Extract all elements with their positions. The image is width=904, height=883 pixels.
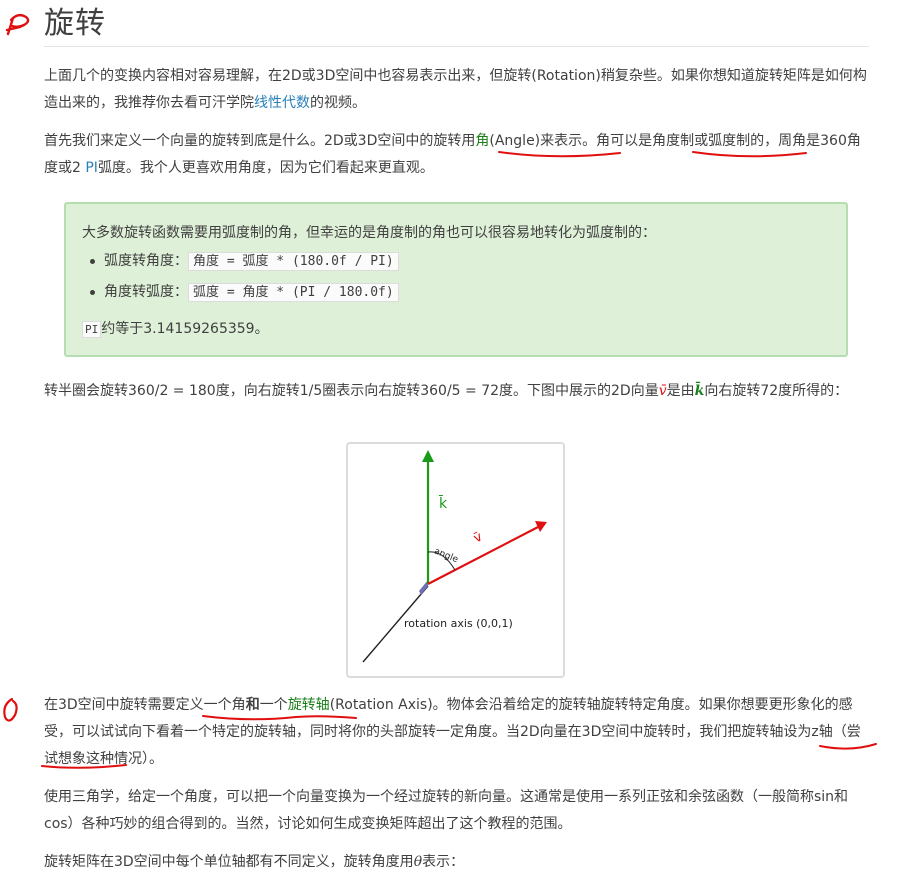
paragraph-trigonometry: 使用三角学，给定一个角度，可以把一个向量变换为一个经过旋转的新向量。这通常是使用… <box>44 784 869 838</box>
rotation-diagram: k̄ v̄ angle rotation axis (0,0,1) <box>362 450 547 663</box>
annotation-mark-title <box>5 13 30 36</box>
formula-code: 弧度 = 角度 * (PI / 180.0f) <box>188 283 399 302</box>
paragraph-intro-text: 上面几个的变换内容相对容易理解，在2D或3D空间中也容易表示出来，但旋转(Rot… <box>44 68 867 111</box>
paragraph-rotation-text: 转半圈会旋转360/2 = 180度，向右旋转1/5圈表示向右旋转360/5 =… <box>44 383 659 399</box>
list-item-deg-to-rad: 角度转弧度： 弧度 = 角度 * (PI / 180.0f) <box>90 277 399 308</box>
page-title: 旋转 <box>44 6 106 41</box>
k-label: k̄ <box>438 494 448 512</box>
paragraph-rotation-text-2: 是由 <box>666 383 695 399</box>
list-item-label: 弧度转角度： <box>104 253 188 269</box>
paragraph-rotation-matrix: 旋转矩阵在3D空间中每个单位轴都有不同定义，旋转角度用θ表示： <box>44 849 869 876</box>
v-label: v̄ <box>471 529 485 546</box>
paragraph-intro-tail: 的视频。 <box>310 95 366 111</box>
paragraph-rotation-text-3: 向右旋转72度所得的： <box>704 383 849 399</box>
pi-link[interactable]: PI <box>85 160 98 176</box>
paragraph-intro: 上面几个的变换内容相对容易理解，在2D或3D空间中也容易表示出来，但旋转(Rot… <box>44 63 869 117</box>
axis-square <box>419 580 428 595</box>
pi-value-text: 约等于3.14159265359。 <box>101 321 269 337</box>
linear-algebra-link[interactable]: 线性代数 <box>254 95 310 111</box>
paragraph-trig-text: 使用三角学，给定一个角度，可以把一个向量变换为一个经过旋转的新向量。这通常是使用… <box>44 789 849 832</box>
theta-symbol: θ <box>413 854 423 870</box>
paragraph-matrix-text: 旋转矩阵在3D空间中每个单位轴都有不同定义，旋转角度用 <box>44 854 414 870</box>
conversion-list: 弧度转角度： 角度 = 弧度 * (180.0f / PI) 角度转弧度： 弧度 =… <box>82 246 399 308</box>
pi-code: PI <box>82 321 102 338</box>
paragraph-angle: 首先我们来定义一个向量的旋转到底是什么。2D或3D空间中的旋转用角(Angle)… <box>44 128 869 182</box>
vector-v-symbol: v̄ <box>658 383 667 399</box>
annotation-mark-margin <box>3 697 18 722</box>
paragraph-rotation-example: 转半圈会旋转360/2 = 180度，向右旋转1/5圈表示向右旋转360/5 =… <box>44 378 869 405</box>
paragraph-angle-text: 首先我们来定义一个向量的旋转到底是什么。2D或3D空间中的旋转用 <box>44 133 476 149</box>
paragraph-3d-rotation: 在3D空间中旋转需要定义一个角和一个旋转轴(Rotation Axis)。物体会… <box>44 692 869 773</box>
note-intro: 大多数旋转函数需要用弧度制的角，但幸运的是角度制的角也可以很容易地转化为弧度制的… <box>82 225 656 241</box>
list-item-label: 角度转弧度： <box>104 284 188 300</box>
paragraph-3d-text: 在3D空间中旋转需要定义一个角 <box>44 697 246 713</box>
paragraph-3d-text-2: 一个 <box>259 697 288 713</box>
list-item-rad-to-deg: 弧度转角度： 角度 = 弧度 * (180.0f / PI) <box>90 246 399 277</box>
k-vector-arrowhead <box>422 450 434 462</box>
angle-label: angle <box>432 547 459 566</box>
rotation-axis-word: 旋转轴 <box>287 697 330 713</box>
note-box: 大多数旋转函数需要用弧度制的角，但幸运的是角度制的角也可以很容易地转化为弧度制的… <box>64 202 848 357</box>
article-page: 旋转 上面几个的变换内容相对容易理解，在2D或3D空间中也容易表示出来，但旋转(… <box>0 0 904 883</box>
angle-word: 角 <box>475 133 490 149</box>
paragraph-angle-text-3: 弧度。我个人更喜欢用角度，因为它们看起来更直观。 <box>97 160 434 176</box>
rotation-figure: k̄ v̄ angle rotation axis (0,0,1) <box>346 442 565 678</box>
vector-k-symbol: k̄ <box>694 383 705 399</box>
formula-code: 角度 = 弧度 * (180.0f / PI) <box>188 252 399 271</box>
paragraph-matrix-tail: 表示： <box>422 854 465 870</box>
rotation-axis-label: rotation axis (0,0,1) <box>404 617 513 630</box>
and-word: 和 <box>245 697 260 713</box>
title-divider <box>44 46 869 47</box>
pi-value-line: PI 约等于3.14159265359。 <box>82 318 269 338</box>
